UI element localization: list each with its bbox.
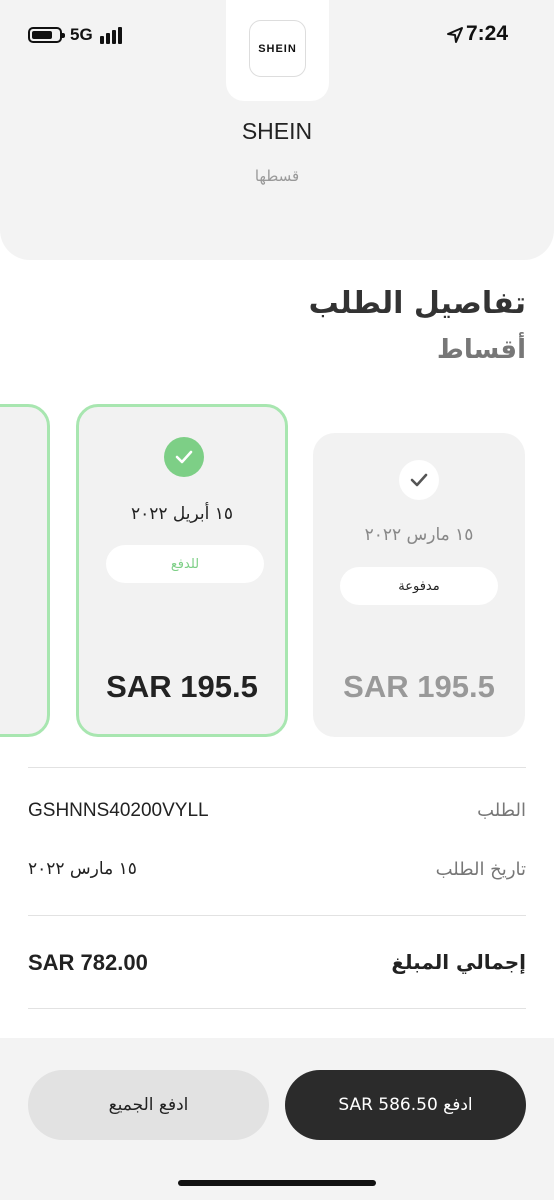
network-type: 5G: [70, 25, 93, 44]
order-date-value: ١٥ مارس ٢٠٢٢: [28, 859, 137, 879]
installment-date: ١٥ مارس ٢٠٢٢: [364, 525, 474, 545]
battery-icon: [28, 27, 65, 43]
check-icon: [399, 460, 439, 500]
installments-heading: أقساط: [436, 335, 526, 365]
order-id-label: الطلب: [477, 800, 526, 821]
divider: [28, 915, 526, 916]
order-date-row: تاريخ الطلب ١٥ مارس ٢٠٢٢: [28, 859, 526, 889]
installment-date: ١٥ أبريل ٢٠٢٢: [130, 504, 234, 524]
signal-icon: [100, 26, 126, 44]
merchant-name: SHEIN: [241, 118, 313, 144]
installment-status-badge: مدفوعة: [340, 567, 498, 605]
installment-order-screen: 5G 7:24 SHEIN SHEIN قسطها تفاصيل الطلب أ…: [0, 0, 554, 1200]
order-id-row: الطلب GSHNNS40200VYLL: [28, 800, 526, 830]
merchant-logo: SHEIN: [226, 0, 329, 101]
merchant-subtitle: قسطها: [254, 167, 300, 185]
check-icon: [164, 437, 204, 477]
merchant-header: 5G 7:24 SHEIN SHEIN قسطها: [0, 0, 554, 260]
installment-card-current[interactable]: ١٥ أبريل ٢٠٢٢ للدفع SAR 195.5: [76, 404, 288, 737]
order-date-label: تاريخ الطلب: [435, 859, 526, 880]
pay-all-button[interactable]: ادفع الجميع: [28, 1070, 269, 1140]
pay-installment-button[interactable]: ادفع SAR 586.50: [285, 1070, 526, 1140]
action-bar: ادفع الجميع ادفع SAR 586.50: [0, 1038, 554, 1200]
total-amount-label: إجمالي المبلغ: [391, 950, 526, 974]
installment-card-paid[interactable]: ١٥ مارس ٢٠٢٢ مدفوعة SAR 195.5: [313, 433, 525, 737]
installment-amount: SAR 195.5: [106, 669, 258, 704]
total-amount-row: إجمالي المبلغ SAR 782.00: [28, 950, 526, 980]
divider: [28, 1008, 526, 1009]
order-id-value: GSHNNS40200VYLL: [28, 800, 209, 821]
installment-status-badge: للدفع: [106, 545, 264, 583]
total-amount-value: SAR 782.00: [28, 950, 148, 975]
installment-card-next-partial[interactable]: [0, 404, 50, 737]
logo-text: SHEIN: [258, 42, 297, 55]
location-arrow-icon: [447, 27, 463, 43]
installment-amount: SAR 195.5: [343, 669, 495, 704]
shein-logo: SHEIN: [249, 20, 306, 77]
divider: [28, 767, 526, 768]
page-title: تفاصيل الطلب: [308, 286, 526, 321]
home-indicator[interactable]: [178, 1180, 376, 1186]
status-time: 7:24: [466, 22, 509, 45]
